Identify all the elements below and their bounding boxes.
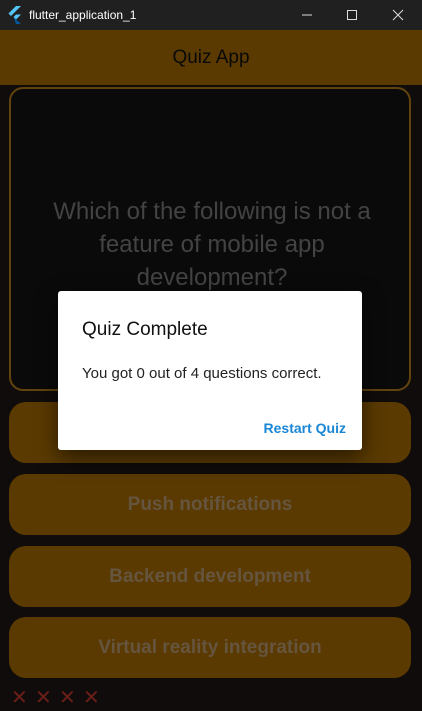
- flutter-logo-icon: [7, 6, 23, 24]
- maximize-icon: [347, 10, 357, 20]
- close-button[interactable]: [375, 0, 421, 30]
- minimize-icon: [302, 14, 312, 16]
- window-title: flutter_application_1: [29, 8, 137, 22]
- title-bar[interactable]: flutter_application_1: [0, 0, 422, 30]
- close-icon: [392, 9, 404, 21]
- restart-quiz-button[interactable]: Restart Quiz: [264, 420, 346, 436]
- dialog-title: Quiz Complete: [82, 319, 208, 340]
- dialog-message: You got 0 out of 4 questions correct.: [82, 365, 322, 382]
- minimize-button[interactable]: [284, 0, 330, 30]
- quiz-complete-dialog: Quiz Complete You got 0 out of 4 questio…: [58, 291, 362, 450]
- maximize-button[interactable]: [329, 0, 375, 30]
- app-window: flutter_application_1 Quiz App Which of …: [0, 0, 422, 711]
